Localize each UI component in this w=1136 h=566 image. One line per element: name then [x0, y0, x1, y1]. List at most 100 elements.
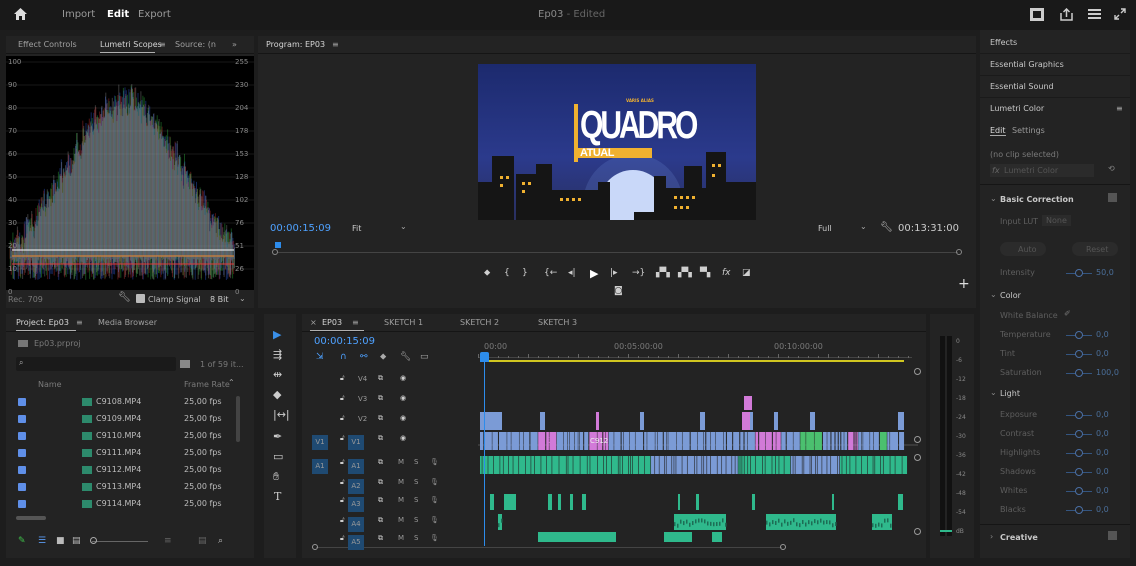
video-clip[interactable]: [858, 432, 862, 450]
video-clip[interactable]: [742, 412, 750, 430]
panel-menu-icon[interactable]: ≡: [332, 40, 339, 49]
light-slider[interactable]: Blacks 0,0: [990, 505, 1120, 519]
audio-clip[interactable]: [735, 456, 738, 474]
audio-clip[interactable]: [573, 456, 580, 474]
audio-clip[interactable]: [582, 494, 586, 510]
audio-waveform[interactable]: [832, 523, 834, 528]
time-ruler[interactable]: 00:00 00:05:00:00 00:10:00:00: [478, 338, 912, 366]
audio-clip[interactable]: [682, 456, 687, 474]
video-clip[interactable]: [786, 432, 793, 450]
reset-icon[interactable]: ⟲: [1108, 164, 1115, 173]
video-clip[interactable]: [567, 432, 570, 450]
audio-waveform[interactable]: [881, 523, 883, 528]
lumetri-color-tab[interactable]: Lumetri Color ≡: [980, 98, 1130, 120]
sort-ascending-icon[interactable]: ⌃: [228, 378, 235, 387]
lock-icon[interactable]: 🔓︎: [340, 458, 345, 467]
video-clip[interactable]: [747, 432, 755, 450]
video-clip[interactable]: [863, 432, 870, 450]
play-icon[interactable]: ▶: [590, 267, 598, 280]
video-clip[interactable]: [614, 432, 621, 450]
eyedropper-icon[interactable]: ✐: [1064, 309, 1071, 318]
audio-clip[interactable]: [508, 456, 513, 474]
audio-waveform[interactable]: [781, 522, 783, 527]
audio-clip[interactable]: [638, 456, 645, 474]
more-panels-icon[interactable]: »: [232, 40, 237, 49]
video-clip[interactable]: [899, 432, 905, 450]
tab-sketch-2[interactable]: SKETCH 2: [460, 318, 499, 327]
audio-clip[interactable]: [513, 456, 519, 474]
video-clip[interactable]: [740, 432, 744, 450]
audio-waveform[interactable]: [710, 521, 712, 526]
audio-clip[interactable]: [850, 456, 856, 474]
video-clip[interactable]: [540, 412, 545, 430]
audio-waveform[interactable]: [716, 522, 718, 527]
audio-clip[interactable]: [603, 456, 607, 474]
lock-icon[interactable]: 🔓︎: [340, 434, 345, 443]
audio-clip[interactable]: [755, 456, 763, 474]
audio-waveform[interactable]: [796, 522, 798, 527]
audio-clip[interactable]: [762, 456, 765, 474]
audio-waveform[interactable]: [704, 519, 706, 524]
light-slider[interactable]: Contrast 0,0: [990, 429, 1120, 443]
audio-clip[interactable]: [630, 456, 633, 474]
audio-clip[interactable]: [880, 456, 883, 474]
mic-icon[interactable]: 🎙︎: [430, 496, 439, 504]
essential-sound-tab[interactable]: Essential Sound: [980, 76, 1130, 98]
slider-knob[interactable]: [1075, 411, 1083, 419]
lock-icon[interactable]: 🔓︎: [340, 414, 345, 423]
audio-clip[interactable]: [793, 456, 795, 474]
source-patch-a1[interactable]: A1: [312, 459, 328, 474]
playhead-marker[interactable]: [275, 242, 281, 248]
lock-icon[interactable]: 🔓︎: [340, 394, 345, 403]
list-view-icon[interactable]: ☰: [38, 536, 46, 546]
sync-lock-icon[interactable]: ⧉: [378, 434, 383, 443]
compare-icon[interactable]: ◪: [742, 268, 751, 278]
audio-clip[interactable]: [696, 494, 699, 510]
lumetri-subtab-settings[interactable]: Settings: [1012, 126, 1045, 135]
video-clip[interactable]: [844, 432, 848, 450]
lumetri-subtab-edit[interactable]: Edit: [990, 126, 1006, 136]
video-clip[interactable]: [644, 432, 647, 450]
audio-waveform[interactable]: [790, 520, 792, 525]
tab-project[interactable]: Project: Ep03: [16, 318, 69, 327]
audio-clip[interactable]: [525, 456, 531, 474]
video-clip[interactable]: [668, 432, 677, 450]
audio-clip[interactable]: [687, 456, 695, 474]
audio-clip[interactable]: [702, 456, 704, 474]
audio-clip[interactable]: [611, 456, 618, 474]
audio-waveform[interactable]: [772, 520, 774, 525]
audio-waveform[interactable]: [808, 520, 810, 525]
tab-sketch-3[interactable]: SKETCH 3: [538, 318, 577, 327]
nest-icon[interactable]: ⇲: [316, 352, 324, 362]
color-section-header[interactable]: Color: [1000, 291, 1021, 300]
tab-media-browser[interactable]: Media Browser: [98, 318, 157, 327]
program-scrub-bar[interactable]: [272, 242, 964, 255]
export-frame-icon[interactable]: ◙: [614, 286, 623, 296]
search-input[interactable]: ⌕: [16, 357, 176, 371]
audio-waveform[interactable]: [498, 523, 500, 528]
video-clip[interactable]: [657, 432, 663, 450]
audio-clip[interactable]: [618, 456, 620, 474]
audio-clip[interactable]: [538, 532, 616, 542]
audio-clip[interactable]: [839, 456, 842, 474]
audio-clip[interactable]: [779, 456, 784, 474]
video-clip[interactable]: [629, 432, 635, 450]
video-clip[interactable]: [856, 432, 858, 450]
video-clip[interactable]: [898, 412, 904, 430]
video-clip[interactable]: [511, 432, 519, 450]
audio-waveform[interactable]: [878, 522, 880, 527]
audio-clip[interactable]: [831, 456, 838, 474]
lumetri-effect-select[interactable]: fx Lumetri Color: [990, 164, 1094, 177]
sync-lock-icon[interactable]: ⧉: [378, 414, 383, 423]
sync-lock-icon[interactable]: ⧉: [378, 374, 383, 383]
audio-clip[interactable]: [493, 456, 500, 474]
auto-button[interactable]: Auto: [1000, 242, 1046, 256]
audio-waveform[interactable]: [890, 523, 892, 528]
audio-clip[interactable]: [552, 456, 559, 474]
color-slider[interactable]: Temperature 0,0: [990, 330, 1120, 344]
video-clip[interactable]: [774, 412, 778, 430]
horizontal-scrollbar[interactable]: [16, 516, 46, 520]
audio-clip[interactable]: [678, 494, 680, 510]
slider-knob[interactable]: [1075, 468, 1083, 476]
workspace-export[interactable]: Export: [138, 9, 171, 20]
